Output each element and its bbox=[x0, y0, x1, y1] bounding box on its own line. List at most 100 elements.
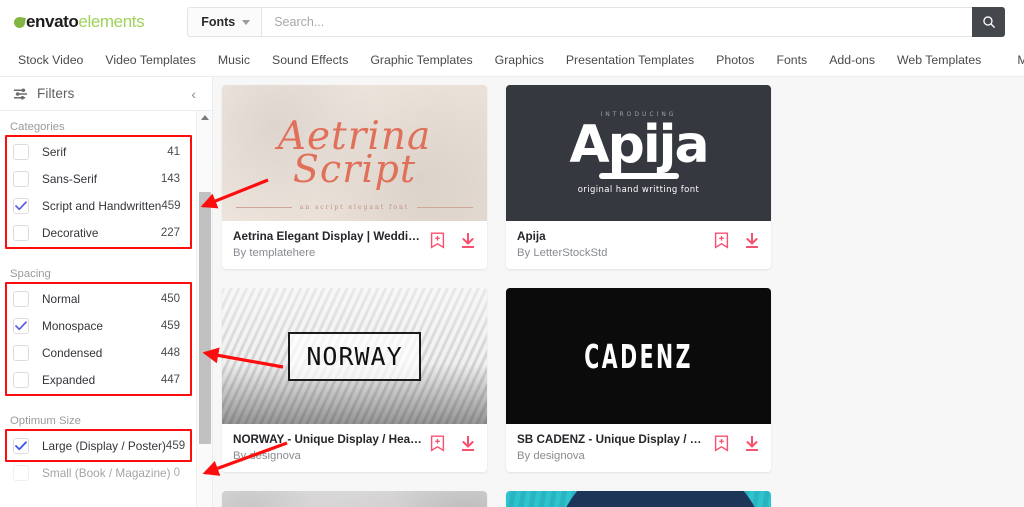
nav-item-graphics[interactable]: Graphics bbox=[484, 44, 555, 76]
filter-option-large-display-poster[interactable]: Large (Display / Poster) 459 bbox=[8, 432, 189, 459]
nav-item-web-templates[interactable]: Web Templates bbox=[886, 44, 992, 76]
checkbox-unchecked-icon[interactable] bbox=[13, 224, 29, 241]
thumbnail-art-word: Apija bbox=[569, 115, 709, 175]
download-icon[interactable] bbox=[744, 435, 760, 452]
thumbnail-artwork-text: Aetrina Script bbox=[278, 117, 431, 188]
nav-item-video-templates[interactable]: Video Templates bbox=[94, 44, 206, 76]
product-card[interactable]: Aetrina Script an script elegant font Ae… bbox=[222, 85, 487, 269]
filter-option-label: Sans-Serif bbox=[42, 171, 98, 186]
filter-option-small-book-magazine[interactable]: Small (Book / Magazine) 0 bbox=[8, 459, 189, 486]
nav-item-stock-video[interactable]: Stock Video bbox=[7, 44, 94, 76]
filter-group-title: Spacing bbox=[10, 268, 51, 280]
product-title[interactable]: Aetrina Elegant Display | Wedding F... bbox=[233, 230, 422, 243]
checkbox-unchecked-icon[interactable] bbox=[13, 371, 29, 388]
checkbox-checked-icon[interactable] bbox=[13, 437, 29, 454]
filter-option-label: Serif bbox=[42, 144, 67, 159]
nav-item-graphic-templates[interactable]: Graphic Templates bbox=[359, 44, 483, 76]
site-header: envato elements Fonts bbox=[0, 0, 1024, 44]
add-to-collection-icon[interactable] bbox=[714, 435, 729, 452]
category-nav: Stock Video Video Templates Music Sound … bbox=[0, 44, 1024, 77]
nav-item-music[interactable]: Music bbox=[207, 44, 261, 76]
nav-item-add-ons[interactable]: Add-ons bbox=[818, 44, 886, 76]
product-thumbnail-aetrina[interactable]: Aetrina Script an script elegant font bbox=[222, 85, 487, 221]
nav-item-fonts[interactable]: Fonts bbox=[765, 44, 818, 76]
filter-options-optimum-size: Large (Display / Poster) 459 Small (Book… bbox=[5, 429, 192, 486]
results-grid-area: Aetrina Script an script elegant font Ae… bbox=[213, 77, 1024, 507]
search-icon bbox=[982, 16, 995, 28]
search-category-select[interactable]: Fonts bbox=[187, 7, 262, 37]
collapse-sidebar-button[interactable]: ‹ bbox=[188, 85, 199, 103]
product-thumbnail-norway[interactable]: NORWAY bbox=[222, 288, 487, 424]
checkbox-unchecked-icon[interactable] bbox=[13, 143, 29, 160]
checkbox-checked-icon[interactable] bbox=[13, 197, 29, 214]
thumbnail-art-subtitle: original hand writting font bbox=[577, 185, 700, 195]
product-meta: Apija By LetterStockStd bbox=[506, 221, 771, 269]
decorative-circle bbox=[552, 491, 768, 507]
product-author[interactable]: By designova bbox=[517, 450, 706, 462]
search-button[interactable] bbox=[972, 7, 1006, 37]
filter-option-label: Small (Book / Magazine) bbox=[42, 465, 171, 480]
envato-elements-logo[interactable]: envato elements bbox=[13, 12, 145, 32]
product-title[interactable]: SB CADENZ - Unique Display / Logo... bbox=[517, 433, 706, 446]
filter-option-label: Condensed bbox=[42, 345, 103, 360]
page-body: Filters ‹ Categories Serif 41 Sans-Serif bbox=[0, 77, 1024, 507]
checkbox-unchecked-icon[interactable] bbox=[13, 344, 29, 361]
product-card[interactable]: INTRODUCING Apija original hand writting… bbox=[506, 85, 771, 269]
product-thumbnail-cadenz[interactable]: CADENZ bbox=[506, 288, 771, 424]
filter-group-categories: Categories Serif 41 Sans-Serif 143 Scrip… bbox=[0, 111, 197, 249]
nav-item-sound-effects[interactable]: Sound Effects bbox=[261, 44, 359, 76]
product-card[interactable]: INTRODUCE Hargrey Molly A LUXURY SCRIPT … bbox=[222, 491, 487, 507]
filter-option-count: 459 bbox=[160, 319, 180, 332]
filter-option-normal[interactable]: Normal 450 bbox=[8, 285, 189, 312]
filter-option-label: Large (Display / Poster) bbox=[42, 438, 166, 453]
product-title[interactable]: Apija bbox=[517, 230, 706, 243]
download-icon[interactable] bbox=[744, 232, 760, 249]
download-icon[interactable] bbox=[460, 435, 476, 452]
product-meta: NORWAY - Unique Display / Headlin... By … bbox=[222, 424, 487, 472]
scrollbar-thumb[interactable] bbox=[199, 192, 211, 444]
nav-item-presentation-templates[interactable]: Presentation Templates bbox=[555, 44, 705, 76]
checkbox-checked-icon[interactable] bbox=[13, 317, 29, 334]
filter-option-expanded[interactable]: Expanded 447 bbox=[8, 366, 189, 393]
filter-option-serif[interactable]: Serif 41 bbox=[8, 138, 189, 165]
product-author[interactable]: By LetterStockStd bbox=[517, 247, 706, 259]
product-author[interactable]: By designova bbox=[233, 450, 422, 462]
product-card[interactable]: CADENZ SB CADENZ - Unique Display / Logo… bbox=[506, 288, 771, 472]
checkbox-unchecked-icon[interactable] bbox=[13, 170, 29, 187]
thumbnail-art-word: NORWAY bbox=[306, 341, 403, 371]
filter-option-decorative[interactable]: Decorative 227 bbox=[8, 219, 189, 246]
product-title[interactable]: NORWAY - Unique Display / Headlin... bbox=[233, 433, 422, 446]
thumbnail-art-frame: NORWAY bbox=[288, 331, 421, 381]
product-card[interactable]: NORWAY NORWAY - Unique Display / Headlin… bbox=[222, 288, 487, 472]
checkbox-unchecked-icon[interactable] bbox=[13, 464, 29, 481]
nav-item-more-categories[interactable]: More Categories bbox=[1006, 44, 1024, 76]
scroll-up-arrow-icon[interactable] bbox=[201, 115, 209, 120]
product-thumbnail-apija[interactable]: INTRODUCING Apija original hand writting… bbox=[506, 85, 771, 221]
add-to-collection-icon[interactable] bbox=[430, 232, 445, 249]
product-thumbnail-hargrey-molly[interactable]: INTRODUCE Hargrey Molly A LUXURY SCRIPT … bbox=[222, 491, 487, 507]
product-meta-text: Apija By LetterStockStd bbox=[517, 230, 706, 259]
filter-option-script-and-handwritten[interactable]: Script and Handwritten 459 bbox=[8, 192, 189, 219]
filter-option-count: 450 bbox=[160, 292, 180, 305]
sidebar-scrollbar[interactable] bbox=[196, 111, 212, 507]
add-to-collection-icon[interactable] bbox=[714, 232, 729, 249]
filter-option-monospace[interactable]: Monospace 459 bbox=[8, 312, 189, 339]
filter-group-spacing: Spacing Normal 450 Monospace 459 Condens… bbox=[0, 258, 197, 396]
download-icon[interactable] bbox=[460, 232, 476, 249]
product-actions bbox=[714, 230, 760, 249]
checkbox-unchecked-icon[interactable] bbox=[13, 290, 29, 307]
filter-option-label: Normal bbox=[42, 291, 81, 306]
filter-group-title: Categories bbox=[10, 121, 65, 133]
product-thumbnail-azarita-duo[interactable]: INTRODUCE Azarita DUO REGULER AND SLANT bbox=[506, 491, 771, 507]
filter-option-sans-serif[interactable]: Sans-Serif 143 bbox=[8, 165, 189, 192]
filter-option-condensed[interactable]: Condensed 448 bbox=[8, 339, 189, 366]
filters-scroll-area: Categories Serif 41 Sans-Serif 143 Scrip… bbox=[0, 111, 197, 507]
decorative-rule bbox=[235, 207, 292, 208]
product-card[interactable]: INTRODUCE Azarita DUO REGULER AND SLANT bbox=[506, 491, 771, 507]
search-input[interactable] bbox=[261, 7, 973, 37]
product-author[interactable]: By templatehere bbox=[233, 247, 422, 259]
nav-item-photos[interactable]: Photos bbox=[705, 44, 765, 76]
product-meta-text: NORWAY - Unique Display / Headlin... By … bbox=[233, 433, 422, 462]
add-to-collection-icon[interactable] bbox=[430, 435, 445, 452]
filters-header: Filters ‹ bbox=[0, 77, 212, 111]
